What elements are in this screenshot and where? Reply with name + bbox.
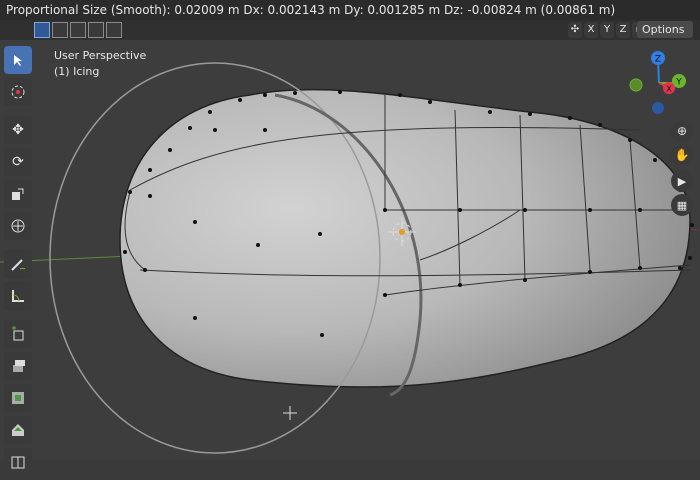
select-new-icon[interactable] (34, 22, 50, 38)
camera-icon[interactable]: ▶ (671, 170, 693, 192)
navigation-gizmo[interactable]: Z Y X (624, 48, 694, 118)
move-icon[interactable]: ✥ (4, 116, 32, 144)
axis-z-toggle[interactable]: Z (616, 22, 630, 38)
gizmo-z-label: Z (655, 55, 661, 65)
axis-x-toggle[interactable]: X (584, 22, 598, 38)
mesh-body (119, 88, 691, 388)
options-label: Options (642, 23, 685, 36)
rotate-icon[interactable]: ⟳ (4, 148, 32, 176)
transform-status-text: Proportional Size (Smooth): 0.02009 m Dx… (6, 3, 616, 17)
scale-icon[interactable] (4, 180, 32, 208)
select-mode-buttons[interactable] (34, 22, 122, 38)
loop-cut-icon[interactable] (4, 448, 32, 476)
add-cube-icon[interactable] (4, 320, 32, 348)
viewport-info: User Perspective (1) Icing (54, 48, 146, 80)
select-box-icon[interactable] (4, 46, 32, 74)
extrude-icon[interactable] (4, 352, 32, 380)
select-subtract-icon[interactable] (70, 22, 86, 38)
3d-viewport[interactable] (0, 40, 700, 460)
mirror-axis-toggles: ✣ X Y Z ▪ (568, 22, 646, 38)
annotate-icon[interactable] (4, 250, 32, 278)
select-extend-icon[interactable] (52, 22, 68, 38)
select-invert-icon[interactable] (88, 22, 104, 38)
butterfly-icon[interactable]: ✣ (568, 22, 582, 38)
transform-icon[interactable] (4, 212, 32, 240)
viewport-scene (0, 62, 700, 454)
inset-icon[interactable] (4, 384, 32, 412)
gizmo-y-label: Y (675, 78, 682, 88)
options-dropdown[interactable]: Options ⌄ (637, 21, 693, 53)
gizmo-x-label: X (666, 85, 672, 94)
cursor-icon[interactable] (4, 78, 32, 106)
axis-y-toggle[interactable]: Y (600, 22, 614, 38)
tool-bar: ✥ ⟳ (4, 46, 36, 480)
select-intersect-icon[interactable] (106, 22, 122, 38)
view-name: User Perspective (54, 49, 147, 62)
active-object-label: (1) Icing (54, 65, 100, 78)
bevel-icon[interactable] (4, 416, 32, 444)
move-widget-icon (283, 406, 297, 420)
zoom-icon[interactable]: ⊕ (671, 120, 693, 142)
status-bar: Proportional Size (Smooth): 0.02009 m Dx… (0, 0, 700, 20)
hand-pan-icon[interactable]: ✋ (671, 144, 693, 166)
grid-icon[interactable]: ▦ (671, 194, 693, 216)
measure-icon[interactable] (4, 282, 32, 310)
